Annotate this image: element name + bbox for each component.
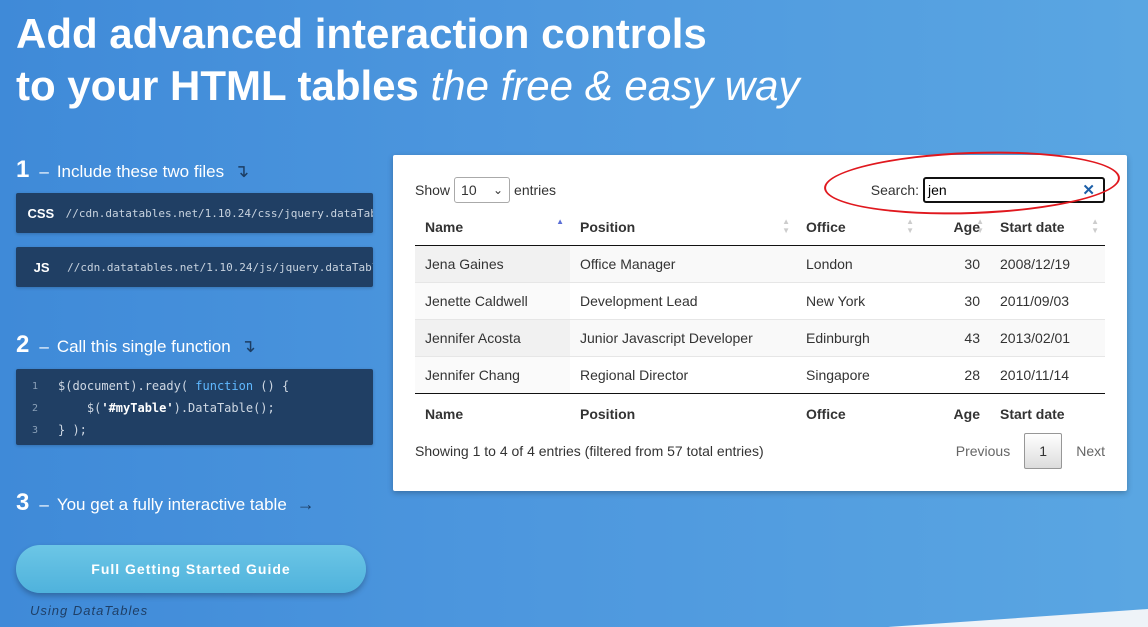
hero-line-1: Add advanced interaction controls — [16, 10, 707, 57]
chevron-down-icon: ⌄ — [492, 183, 504, 197]
file-tag: JS — [33, 259, 50, 275]
step-label: You get a fully interactive table — [56, 495, 287, 514]
hero-line-2-italic: the free & easy way — [430, 62, 800, 109]
bottom-wave — [888, 609, 1148, 627]
footer-name: Name — [415, 393, 570, 434]
length-select[interactable]: 10 ⌄ — [454, 177, 511, 203]
length-value: 10 — [461, 182, 477, 198]
code-line: 1 $(document).ready( function () { — [31, 379, 290, 393]
file-url: //cdn.datatables.net/1.10.24/css/jquery.… — [65, 206, 373, 220]
table-info: Showing 1 to 4 of 4 entries (filtered fr… — [415, 443, 764, 459]
step-number: 2 — [16, 331, 30, 358]
column-header-office[interactable]: Office ▲ ▼ — [796, 209, 920, 246]
table-row[interactable]: Jena Gaines Office Manager London 30 200… — [415, 245, 1105, 283]
column-header-name[interactable]: Name ▲ — [415, 209, 570, 246]
hero-line-2: to your HTML tables the free & easy way — [16, 60, 799, 112]
column-header-start-date[interactable]: Start date ▲ ▼ — [990, 209, 1105, 246]
step-1: 1 – Include these two files ↴ — [16, 156, 250, 183]
column-header-age[interactable]: Age ▲ ▼ — [920, 209, 990, 246]
length-control: Show 10 ⌄ entries — [415, 177, 556, 203]
getting-started-button[interactable]: Full Getting Started Guide — [16, 545, 366, 593]
table-row[interactable]: Jenette Caldwell Development Lead New Yo… — [415, 282, 1105, 320]
table-row[interactable]: Jennifer Acosta Junior Javascript Develo… — [415, 319, 1105, 357]
footer-office: Office — [796, 393, 920, 434]
step-number: 1 — [16, 156, 30, 183]
show-label: Show — [415, 182, 451, 198]
step-3: 3 – You get a fully interactive table → — [16, 489, 315, 516]
arrow-down-icon: ↴ — [234, 161, 250, 181]
footer-position: Position — [570, 393, 796, 434]
arrow-down-icon: ↴ — [240, 336, 256, 356]
page-button-current[interactable]: 1 — [1024, 433, 1063, 469]
previous-button[interactable]: Previous — [956, 443, 1010, 459]
code-sample[interactable]: 1 $(document).ready( function () { 2 $('… — [16, 369, 373, 445]
arrow-right-icon: → — [296, 494, 315, 514]
step-2: 2 – Call this single function ↴ — [16, 331, 256, 358]
footer-age: Age — [920, 393, 990, 434]
hero-title: Add advanced interaction controls to you… — [16, 8, 799, 112]
css-file-box[interactable]: CSS //cdn.datatables.net/1.10.24/css/jqu… — [16, 193, 373, 233]
next-button[interactable]: Next — [1076, 443, 1105, 459]
data-table: Name ▲ Position ▲ ▼ Office ▲ ▼ Age ▲ ▼ Start da… — [415, 209, 1105, 434]
sort-icon: ▲ — [556, 217, 564, 226]
code-line: 3 } ); — [31, 423, 87, 437]
step-label: Include these two files — [56, 162, 225, 181]
sort-icon: ▲ ▼ — [976, 217, 984, 235]
step-label: Call this single function — [56, 337, 231, 356]
sort-icon: ▲ ▼ — [1091, 217, 1099, 235]
footer-start-date: Start date — [990, 393, 1105, 434]
pagination: Previous 1 Next — [956, 433, 1105, 469]
column-header-position[interactable]: Position ▲ ▼ — [570, 209, 796, 246]
js-file-box[interactable]: JS //cdn.datatables.net/1.10.24/js/jquer… — [16, 247, 373, 287]
sort-icon: ▲ ▼ — [906, 217, 914, 235]
hero-line-2-bold: to your HTML tables — [16, 62, 419, 109]
file-url: //cdn.datatables.net/1.10.24/js/jquery.d… — [67, 260, 373, 274]
sort-icon: ▲ ▼ — [782, 217, 790, 235]
file-tag: CSS — [27, 205, 55, 221]
using-datatables-link[interactable]: Using DataTables — [30, 603, 148, 618]
code-line: 2 $('#myTable').DataTable(); — [31, 401, 275, 415]
step-number: 3 — [16, 489, 30, 516]
table-row[interactable]: Jennifer Chang Regional Director Singapo… — [415, 356, 1105, 394]
entries-label: entries — [514, 182, 557, 198]
